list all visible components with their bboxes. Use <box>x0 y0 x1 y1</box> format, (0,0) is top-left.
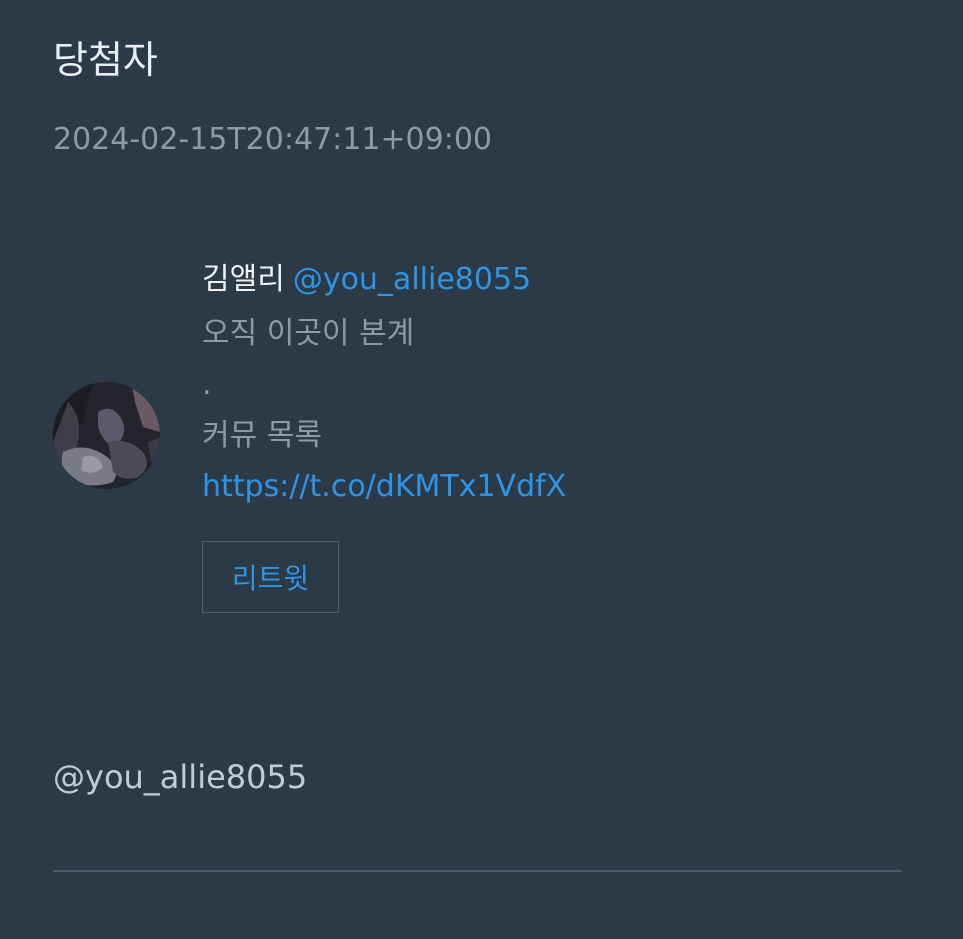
mention-text: @you_allie8055 <box>53 758 308 796</box>
bio-line: . <box>202 367 212 402</box>
retweet-button[interactable]: 리트윗 <box>202 541 339 613</box>
timestamp: 2024-02-15T20:47:11+09:00 <box>53 122 492 157</box>
name-line: 김앨리 @you_allie8055 <box>202 258 902 302</box>
bio-line: 커뮤 목록 <box>202 418 322 453</box>
winner-profile: 김앨리 @you_allie8055 오직 이곳이 본계 . 커뮤 목록 http… <box>202 258 902 512</box>
divider <box>53 870 902 872</box>
avatar[interactable] <box>53 382 160 489</box>
user-handle-link[interactable]: @you_allie8055 <box>293 262 531 297</box>
bio-line: 오직 이곳이 본계 <box>202 316 415 351</box>
display-name[interactable]: 김앨리 <box>202 262 285 297</box>
bio-link[interactable]: https://t.co/dKMTx1VdfX <box>202 461 902 512</box>
profile-avatar-icon <box>53 382 160 489</box>
page-title: 당첨자 <box>53 38 158 82</box>
